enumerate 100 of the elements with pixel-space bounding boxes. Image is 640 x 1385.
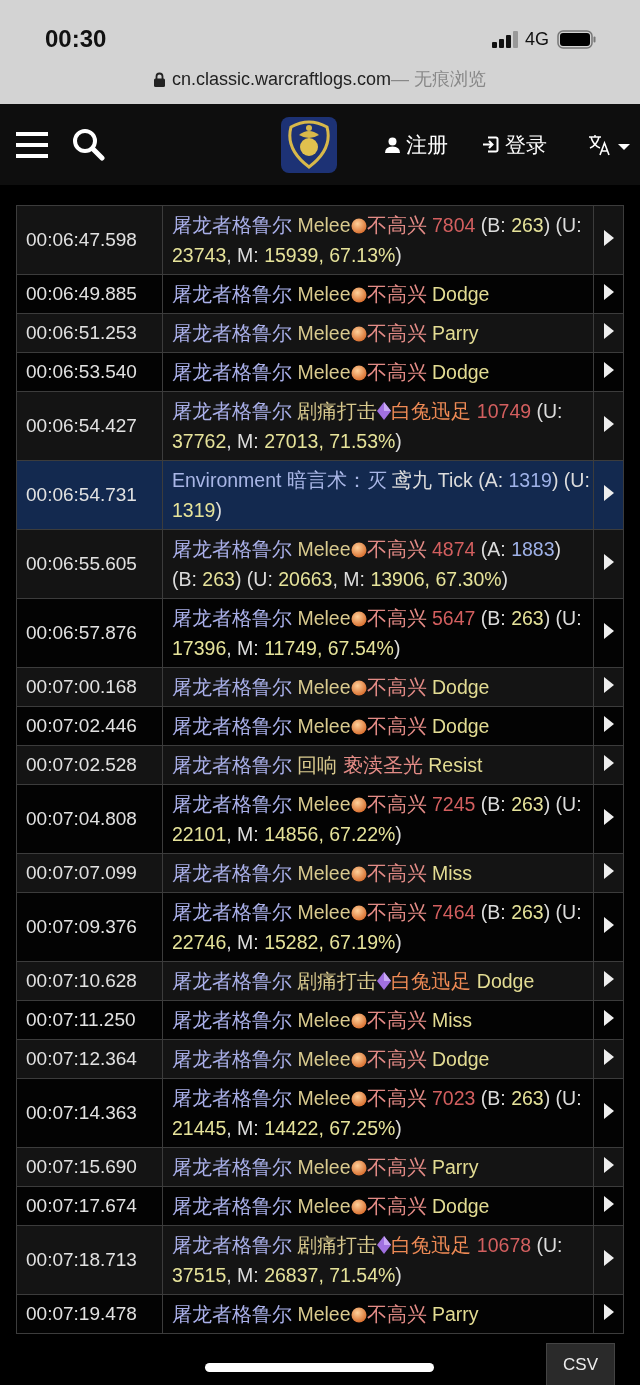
expand-arrow-icon[interactable] bbox=[603, 1009, 614, 1026]
orb-icon bbox=[350, 611, 367, 627]
combat-log-text: 屠龙者格鲁尔 Melee 不高兴 Dodge bbox=[172, 361, 490, 383]
expand-arrow-icon[interactable] bbox=[603, 1102, 614, 1119]
log-row[interactable]: 00:06:49.885 屠龙者格鲁尔 Melee 不高兴 Dodge bbox=[16, 274, 624, 314]
combat-log-text: 屠龙者格鲁尔 Melee 不高兴 Miss bbox=[172, 1009, 473, 1031]
combat-log-text: 屠龙者格鲁尔 Melee 不高兴 Parry bbox=[172, 1156, 479, 1178]
gem-icon bbox=[377, 1236, 392, 1254]
log-row[interactable]: 00:06:54.427 屠龙者格鲁尔 剧痛打击 白兔迅足 10749 (U: 37762, M: 27013, 71.53%) bbox=[16, 391, 624, 461]
time-cell: 00:07:11.250 bbox=[16, 1000, 163, 1040]
expand-arrow-icon[interactable] bbox=[603, 484, 614, 501]
combat-log-text: 屠龙者格鲁尔 Melee 不高兴 Dodge bbox=[172, 676, 490, 698]
url-text[interactable]: cn.classic.warcraftlogs.com bbox=[171, 68, 391, 90]
log-row[interactable]: 00:07:17.674 屠龙者格鲁尔 Melee 不高兴 Dodge bbox=[16, 1186, 624, 1226]
log-row[interactable]: 00:07:04.808 屠龙者格鲁尔 Melee 不高兴 7245 (B: 263) (U: 22101, M: 14856, 67.22%) bbox=[16, 784, 624, 854]
log-row[interactable]: 00:07:11.250 屠龙者格鲁尔 Melee 不高兴 Miss bbox=[16, 1000, 624, 1040]
expand-arrow-icon[interactable] bbox=[603, 862, 614, 879]
expand-arrow-icon[interactable] bbox=[603, 1303, 614, 1320]
combat-log-text: 屠龙者格鲁尔 Melee 不高兴 4874 (A: 1883) (B: 263) (U: 20663, M: 13906, 67.30%) bbox=[172, 538, 561, 590]
log-row[interactable]: 00:06:54.731 Environment 暗言术：灭 鸢九 Tick (A: 1319) (U: 1319) bbox=[16, 460, 624, 530]
expand-arrow-icon[interactable] bbox=[603, 754, 614, 771]
search-icon[interactable] bbox=[72, 128, 105, 161]
time-cell: 00:07:17.674 bbox=[16, 1186, 163, 1226]
log-row[interactable]: 00:07:18.713 屠龙者格鲁尔 剧痛打击 白兔迅足 10678 (U: 37515, M: 26837, 71.54%) bbox=[16, 1225, 624, 1295]
log-row[interactable]: 00:06:53.540 屠龙者格鲁尔 Melee 不高兴 Dodge bbox=[16, 352, 624, 392]
time-cell: 00:07:12.364 bbox=[16, 1039, 163, 1079]
login-icon bbox=[482, 136, 499, 153]
log-row[interactable]: 00:07:14.363 屠龙者格鲁尔 Melee 不高兴 7023 (B: 263) (U: 21445, M: 14422, 67.25%) bbox=[16, 1078, 624, 1148]
expand-arrow-icon[interactable] bbox=[603, 283, 614, 300]
signal-icon bbox=[492, 30, 519, 48]
expand-arrow-icon[interactable] bbox=[603, 808, 614, 825]
time-cell: 00:07:18.713 bbox=[16, 1225, 163, 1295]
login-button[interactable]: 登录 bbox=[482, 130, 547, 159]
time-cell: 00:07:07.099 bbox=[16, 853, 163, 893]
log-row[interactable]: 00:07:00.168 屠龙者格鲁尔 Melee 不高兴 Dodge bbox=[16, 667, 624, 707]
expand-arrow-icon[interactable] bbox=[603, 1156, 614, 1173]
log-row[interactable]: 00:07:19.478 屠龙者格鲁尔 Melee 不高兴 Parry bbox=[16, 1294, 624, 1334]
log-row[interactable]: 00:07:09.376 屠龙者格鲁尔 Melee 不高兴 7464 (B: 263) (U: 22746, M: 15282, 67.19%) bbox=[16, 892, 624, 962]
combat-log-text: 屠龙者格鲁尔 Melee 不高兴 7023 (B: 263) (U: 21445, M: 14422, 67.25%) bbox=[172, 1087, 582, 1139]
time-cell: 00:07:19.478 bbox=[16, 1294, 163, 1334]
expand-arrow-icon[interactable] bbox=[603, 715, 614, 732]
orb-icon bbox=[350, 287, 367, 303]
expand-arrow-icon[interactable] bbox=[603, 970, 614, 987]
expand-arrow-icon[interactable] bbox=[603, 1048, 614, 1065]
menu-icon[interactable] bbox=[16, 131, 48, 158]
translate-icon[interactable] bbox=[588, 133, 630, 156]
combat-log-text: 屠龙者格鲁尔 Melee 不高兴 Dodge bbox=[172, 715, 490, 737]
log-row[interactable]: 00:07:02.528 屠龙者格鲁尔 回响 亵渎圣光 Resist bbox=[16, 745, 624, 785]
combat-log-text: 屠龙者格鲁尔 剧痛打击 白兔迅足 10678 (U: 37515, M: 26837, 71.54%) bbox=[172, 1234, 563, 1286]
network-label: 4G bbox=[525, 28, 549, 50]
expand-arrow-icon[interactable] bbox=[603, 229, 614, 246]
combat-log-text: 屠龙者格鲁尔 Melee 不高兴 7804 (B: 263) (U: 23743, M: 15939, 67.13%) bbox=[172, 214, 582, 266]
expand-arrow-icon[interactable] bbox=[603, 676, 614, 693]
combat-log-text: 屠龙者格鲁尔 Melee 不高兴 Dodge bbox=[172, 283, 490, 305]
gem-icon bbox=[377, 972, 392, 990]
orb-icon bbox=[350, 866, 367, 882]
expand-arrow-icon[interactable] bbox=[603, 1195, 614, 1212]
person-icon bbox=[385, 136, 400, 153]
log-row[interactable]: 00:07:12.364 屠龙者格鲁尔 Melee 不高兴 Dodge bbox=[16, 1039, 624, 1079]
combat-log-text: 屠龙者格鲁尔 Melee 不高兴 5647 (B: 263) (U: 17396, M: 11749, 67.54%) bbox=[172, 607, 582, 659]
log-row[interactable]: 00:07:02.446 屠龙者格鲁尔 Melee 不高兴 Dodge bbox=[16, 706, 624, 746]
orb-icon bbox=[350, 1307, 367, 1323]
orb-icon bbox=[350, 365, 367, 381]
expand-arrow-icon[interactable] bbox=[603, 916, 614, 933]
time-cell: 00:06:47.598 bbox=[16, 205, 163, 275]
time-cell: 00:06:49.885 bbox=[16, 274, 163, 314]
combat-log-text: 屠龙者格鲁尔 Melee 不高兴 7245 (B: 263) (U: 22101, M: 14856, 67.22%) bbox=[172, 793, 582, 845]
log-row[interactable]: 00:06:51.253 屠龙者格鲁尔 Melee 不高兴 Parry bbox=[16, 313, 624, 353]
time-cell: 00:07:09.376 bbox=[16, 892, 163, 962]
expand-arrow-icon[interactable] bbox=[603, 553, 614, 570]
lock-icon bbox=[153, 71, 165, 87]
orb-icon bbox=[350, 1013, 367, 1029]
time-cell: 00:06:57.876 bbox=[16, 598, 163, 668]
time-cell: 00:07:04.808 bbox=[16, 784, 163, 854]
register-button[interactable]: 注册 bbox=[385, 130, 448, 159]
orb-icon bbox=[350, 797, 367, 813]
combat-log-text: Environment 暗言术：灭 鸢九 Tick (A: 1319) (U: 1319) bbox=[172, 469, 590, 521]
expand-arrow-icon[interactable] bbox=[603, 322, 614, 339]
time-cell: 00:06:55.605 bbox=[16, 529, 163, 599]
csv-button[interactable]: CSV bbox=[546, 1343, 615, 1385]
expand-arrow-icon[interactable] bbox=[603, 361, 614, 378]
combat-log-text: 屠龙者格鲁尔 回响 亵渎圣光 Resist bbox=[172, 754, 483, 776]
log-row[interactable]: 00:07:07.099 屠龙者格鲁尔 Melee 不高兴 Miss bbox=[16, 853, 624, 893]
combat-log-text: 屠龙者格鲁尔 Melee 不高兴 7464 (B: 263) (U: 22746, M: 15282, 67.19%) bbox=[172, 901, 582, 953]
battery-icon bbox=[557, 29, 596, 49]
orb-icon bbox=[350, 218, 367, 234]
log-row[interactable]: 00:07:15.690 屠龙者格鲁尔 Melee 不高兴 Parry bbox=[16, 1147, 624, 1187]
log-row[interactable]: 00:06:55.605 屠龙者格鲁尔 Melee 不高兴 4874 (A: 1883) (B: 263) (U: 20663, M: 13906, 67.30%) bbox=[16, 529, 624, 599]
expand-arrow-icon[interactable] bbox=[603, 415, 614, 432]
orb-icon bbox=[350, 326, 367, 342]
log-row[interactable]: 00:06:47.598 屠龙者格鲁尔 Melee 不高兴 7804 (B: 263) (U: 23743, M: 15939, 67.13%) bbox=[16, 205, 624, 275]
time-cell: 00:07:02.528 bbox=[16, 745, 163, 785]
combat-log-text: 屠龙者格鲁尔 剧痛打击 白兔迅足 Dodge bbox=[172, 970, 535, 992]
expand-arrow-icon[interactable] bbox=[603, 622, 614, 639]
time-cell: 00:07:02.446 bbox=[16, 706, 163, 746]
expand-arrow-icon[interactable] bbox=[603, 1249, 614, 1266]
log-row[interactable]: 00:07:10.628 屠龙者格鲁尔 剧痛打击 白兔迅足 Dodge bbox=[16, 961, 624, 1001]
time-cell: 00:06:54.427 bbox=[16, 391, 163, 461]
orb-icon bbox=[350, 542, 367, 558]
log-row[interactable]: 00:06:57.876 屠龙者格鲁尔 Melee 不高兴 5647 (B: 263) (U: 17396, M: 11749, 67.54%) bbox=[16, 598, 624, 668]
